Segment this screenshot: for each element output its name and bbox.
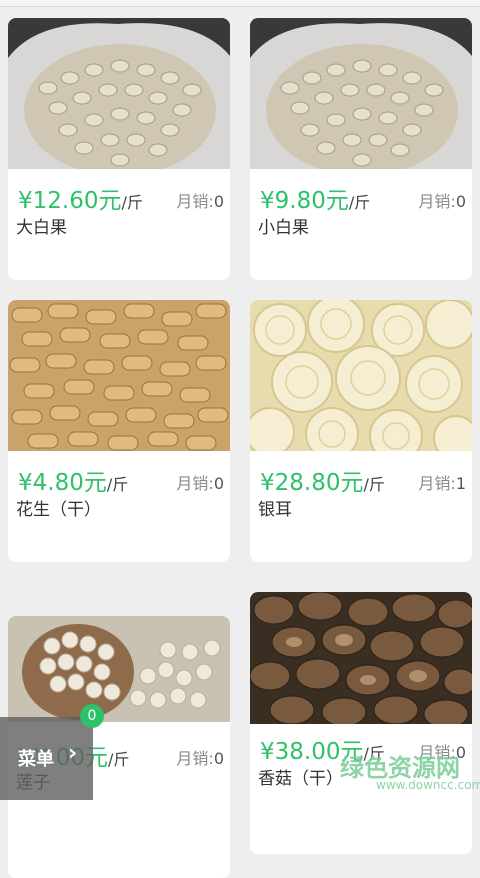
product-image <box>250 18 472 169</box>
price-unit: /斤 <box>107 750 130 769</box>
product-image <box>250 300 472 451</box>
watermark-url: www.downcc.com <box>376 778 480 792</box>
product-name: 小白果 <box>258 218 309 238</box>
product-card[interactable]: ¥38.00元/斤 月销:0 香菇（干） <box>250 592 472 854</box>
monthly-sales: 月销:0 <box>176 749 224 768</box>
status-bar <box>0 0 480 7</box>
product-card[interactable]: ¥4.80元/斤 月销:0 花生（干） <box>8 300 230 562</box>
product-image <box>250 592 472 724</box>
price-unit: /斤 <box>363 475 385 494</box>
cart-count-badge: 0 <box>80 704 104 728</box>
product-image <box>8 616 230 722</box>
watermark: 绿色资源网 www.downcc.com <box>340 748 480 796</box>
product-name: 香菇（干） <box>258 769 343 789</box>
price-unit: /斤 <box>106 475 129 494</box>
price-unit: /斤 <box>348 193 371 212</box>
monthly-sales: 月销:0 <box>176 474 224 493</box>
product-name: 银耳 <box>258 500 292 520</box>
product-name: 花生（干） <box>16 500 101 520</box>
product-card[interactable]: ¥12.60元/斤 月销:0 大白果 <box>8 18 230 280</box>
product-image <box>8 18 230 169</box>
menu-button[interactable]: 菜单 › <box>0 717 93 800</box>
monthly-sales: 月销:0 <box>418 192 466 211</box>
monthly-sales: 月销:0 <box>176 192 224 211</box>
menu-label: 菜单 <box>18 749 54 770</box>
monthly-sales: 月销:1 <box>418 474 466 493</box>
product-name: 大白果 <box>16 218 67 238</box>
price-unit: /斤 <box>121 193 143 212</box>
product-image <box>8 300 230 451</box>
product-card[interactable]: ¥9.80元/斤 月销:0 小白果 <box>250 18 472 280</box>
chevron-right-icon: › <box>68 741 78 766</box>
product-card[interactable]: ¥28.80元/斤 月销:1 银耳 <box>250 300 472 562</box>
